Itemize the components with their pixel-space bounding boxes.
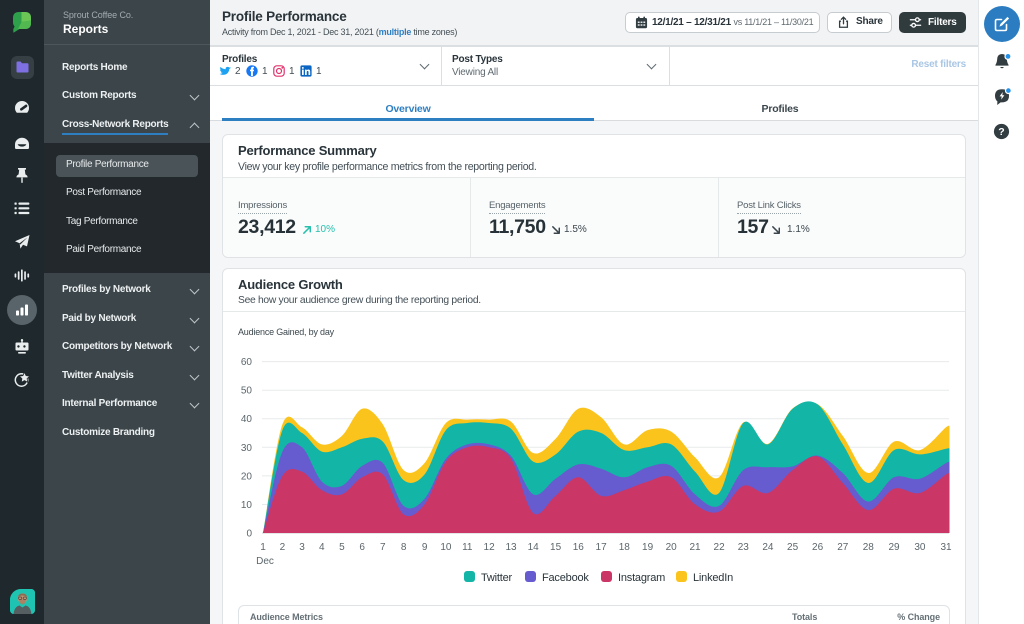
svg-text:30: 30 bbox=[241, 443, 253, 454]
svg-text:40: 40 bbox=[241, 414, 253, 425]
svg-text:14: 14 bbox=[528, 542, 540, 553]
svg-text:26: 26 bbox=[812, 542, 824, 553]
svg-text:17: 17 bbox=[596, 542, 608, 553]
svg-text:24: 24 bbox=[762, 542, 774, 553]
svg-text:25: 25 bbox=[787, 542, 799, 553]
svg-text:30: 30 bbox=[914, 542, 926, 553]
svg-text:8: 8 bbox=[401, 542, 407, 553]
svg-text:7: 7 bbox=[380, 542, 386, 553]
svg-text:29: 29 bbox=[888, 542, 900, 553]
svg-text:10: 10 bbox=[440, 542, 452, 553]
svg-text:1: 1 bbox=[260, 542, 266, 553]
svg-text:5: 5 bbox=[339, 542, 345, 553]
svg-text:60: 60 bbox=[241, 357, 253, 368]
svg-text:6: 6 bbox=[359, 542, 365, 553]
svg-text:19: 19 bbox=[642, 542, 654, 553]
svg-text:28: 28 bbox=[863, 542, 875, 553]
svg-text:20: 20 bbox=[241, 471, 253, 482]
svg-text:27: 27 bbox=[837, 542, 849, 553]
svg-text:2: 2 bbox=[280, 542, 286, 553]
svg-text:0: 0 bbox=[246, 529, 252, 540]
svg-text:20: 20 bbox=[666, 542, 678, 553]
svg-text:22: 22 bbox=[714, 542, 726, 553]
svg-text:11: 11 bbox=[462, 542, 473, 553]
svg-text:12: 12 bbox=[484, 542, 496, 553]
svg-text:16: 16 bbox=[573, 542, 585, 553]
svg-text:4: 4 bbox=[319, 542, 325, 553]
svg-text:50: 50 bbox=[241, 386, 253, 397]
svg-text:3: 3 bbox=[299, 542, 305, 553]
svg-text:18: 18 bbox=[619, 542, 631, 553]
svg-text:31: 31 bbox=[940, 542, 952, 553]
svg-text:10: 10 bbox=[241, 500, 253, 511]
svg-text:?: ? bbox=[998, 126, 1004, 138]
svg-text:21: 21 bbox=[689, 542, 701, 553]
svg-text:23: 23 bbox=[738, 542, 750, 553]
svg-text:15: 15 bbox=[550, 542, 562, 553]
svg-text:9: 9 bbox=[422, 542, 428, 553]
svg-text:Dec: Dec bbox=[256, 556, 274, 567]
svg-text:13: 13 bbox=[505, 542, 517, 553]
